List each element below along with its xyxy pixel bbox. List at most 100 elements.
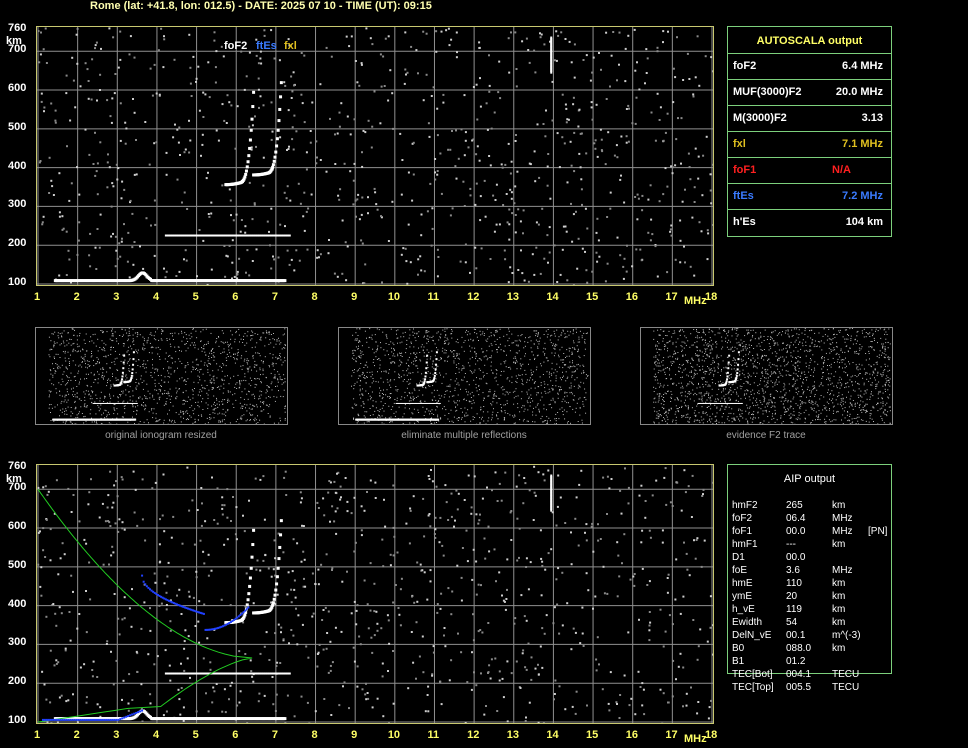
- ionogram-plot-top[interactable]: foF2 ftEs fxl: [36, 26, 714, 286]
- aip-param-value: 119: [786, 604, 802, 615]
- ionogram-plot-bottom[interactable]: [36, 464, 714, 724]
- y-tick-label: 760: [8, 460, 27, 472]
- x-tick-label: 4: [152, 729, 160, 741]
- aip-param-value: 004.1: [786, 669, 812, 680]
- autoscala-label: MUF(3000)F2: [733, 86, 802, 98]
- autoscala-label: ftEs: [733, 190, 754, 202]
- autoscala-label: foF1: [733, 164, 757, 176]
- x-tick-label: 17: [665, 291, 678, 303]
- aip-row: B0 088.0 km: [732, 642, 887, 655]
- aip-param-name: D1: [732, 552, 745, 563]
- x-unit-label: MHz: [684, 295, 707, 307]
- thumbnail-original: [35, 327, 288, 425]
- autoscala-value: 104 km: [845, 216, 883, 228]
- x-tick-label: 13: [506, 291, 519, 303]
- aip-param-name: foF2: [732, 513, 753, 524]
- x-tick-label: 7: [271, 291, 278, 303]
- x-tick-label: 4: [152, 291, 160, 303]
- y-tick-label: 100: [8, 276, 27, 288]
- aip-param-flag: [PN]: [868, 526, 888, 537]
- x-tick-label: 2: [73, 729, 80, 741]
- aip-row: foE 3.6 MHz: [732, 564, 887, 577]
- aip-param-name: DelN_vE: [732, 630, 772, 641]
- x-tick-label: 1: [34, 729, 41, 741]
- aip-param-name: TEC[Bot]: [732, 669, 773, 680]
- aip-param-unit: km: [832, 617, 846, 628]
- fitted-trace: [41, 574, 250, 721]
- aip-param-value: 01.2: [786, 656, 806, 667]
- x-tick-label: 9: [351, 291, 358, 303]
- y-tick-label: 100: [8, 714, 27, 726]
- x-tick-label: 14: [546, 291, 559, 303]
- thumbnail-eliminate-multiple: [338, 327, 591, 425]
- autoscala-row: MUF(3000)F2 20.0 MHz: [728, 79, 891, 106]
- x-tick-label: 16: [625, 729, 638, 741]
- aip-param-name: foF1: [732, 526, 753, 537]
- aip-row: foF1 00.0 MHz [PN]: [732, 525, 887, 538]
- y-tick-label: 600: [8, 520, 27, 533]
- aip-param-unit: km: [832, 604, 846, 615]
- x-tick-label: 5: [192, 729, 199, 741]
- aip-param-value: 00.0: [786, 552, 806, 563]
- aip-row: hmE 110 km: [732, 577, 887, 590]
- aip-row: Ewidth 54 km: [732, 616, 887, 629]
- aip-param-unit: km: [832, 591, 846, 602]
- aip-param-name: hmE: [732, 578, 753, 589]
- aip-param-value: 00.0: [786, 526, 806, 537]
- aip-param-value: 00.1: [786, 630, 806, 641]
- aip-param-value: 54: [786, 617, 798, 628]
- thumbnail-trace: [52, 351, 138, 421]
- autoscala-row: fxl 7.1 MHz: [728, 131, 891, 158]
- x-unit-label: MHz: [684, 733, 707, 745]
- y-tick-label: 300: [8, 198, 27, 211]
- aip-param-value: ---: [786, 539, 796, 550]
- aip-table: hmF2 265 km foF2 06.4 MHz foF1 00.0 MHz [PN] hmF1 -…: [732, 499, 887, 694]
- autoscala-row: foF1 N/A: [728, 157, 891, 184]
- aip-param-value: 088.0: [786, 643, 812, 654]
- y-unit-label: km: [6, 35, 22, 47]
- aip-row: TEC[Bot] 004.1 TECU: [732, 668, 887, 681]
- x-tick-label: 12: [467, 291, 480, 303]
- autoscala-row: h'Es 104 km: [728, 209, 891, 236]
- y-tick-label: 200: [8, 237, 27, 250]
- aip-row: foF2 06.4 MHz: [732, 512, 887, 525]
- autoscala-title: AUTOSCALA output: [756, 35, 863, 47]
- aip-row: hmF2 265 km: [732, 499, 887, 512]
- x-tick-label: 9: [351, 729, 358, 741]
- autoscala-row: M(3000)F2 3.13: [728, 105, 891, 132]
- autoscala-value: 20.0 MHz: [835, 86, 883, 98]
- autoscala-value: N/A: [832, 164, 851, 176]
- aip-row: hmF1 --- km: [732, 538, 887, 551]
- x-tick-label: 1: [34, 291, 41, 303]
- aip-param-value: 3.6: [786, 565, 800, 576]
- thumbnail-caption-eliminate: eliminate multiple reflections: [401, 430, 527, 441]
- autoscala-label: M(3000)F2: [733, 112, 787, 124]
- aip-param-value: 005.5: [786, 682, 812, 693]
- ionogram-canvas-top: [37, 27, 713, 285]
- autoscala-value: 3.13: [861, 112, 883, 124]
- aip-row: D1 00.0: [732, 551, 887, 564]
- autoscala-panel: AUTOSCALA output foF2 6.4 MHz MUF(3000)F2 2…: [727, 26, 892, 237]
- thumbnail-trace: [355, 351, 441, 421]
- thumbnail-speckle: [48, 328, 286, 424]
- ionogram-canvas-bottom: [37, 465, 713, 723]
- aip-param-unit: MHz: [832, 526, 853, 537]
- aip-row: TEC[Top] 005.5 TECU: [732, 681, 887, 694]
- x-tick-label: 16: [625, 291, 638, 303]
- aip-param-unit: km: [832, 578, 846, 589]
- aip-param-name: Ewidth: [732, 617, 763, 628]
- aip-param-value: 20: [786, 591, 798, 602]
- aip-param-unit: km: [832, 500, 846, 511]
- x-tick-label: 7: [271, 729, 278, 741]
- autoscala-value: 7.1 MHz: [842, 138, 883, 150]
- y-tick-label: 400: [8, 159, 27, 172]
- aip-param-unit: MHz: [832, 565, 853, 576]
- thumbnail-speckle: [351, 328, 589, 424]
- x-tick-label: 3: [113, 291, 120, 303]
- y-tick-label: 200: [8, 675, 27, 688]
- aip-row: h_vE 119 km: [732, 603, 887, 616]
- aip-param-value: 110: [786, 578, 802, 589]
- x-tick-label: 14: [546, 729, 559, 741]
- x-tick-label: 6: [232, 729, 239, 741]
- aip-param-name: TEC[Top]: [732, 682, 774, 693]
